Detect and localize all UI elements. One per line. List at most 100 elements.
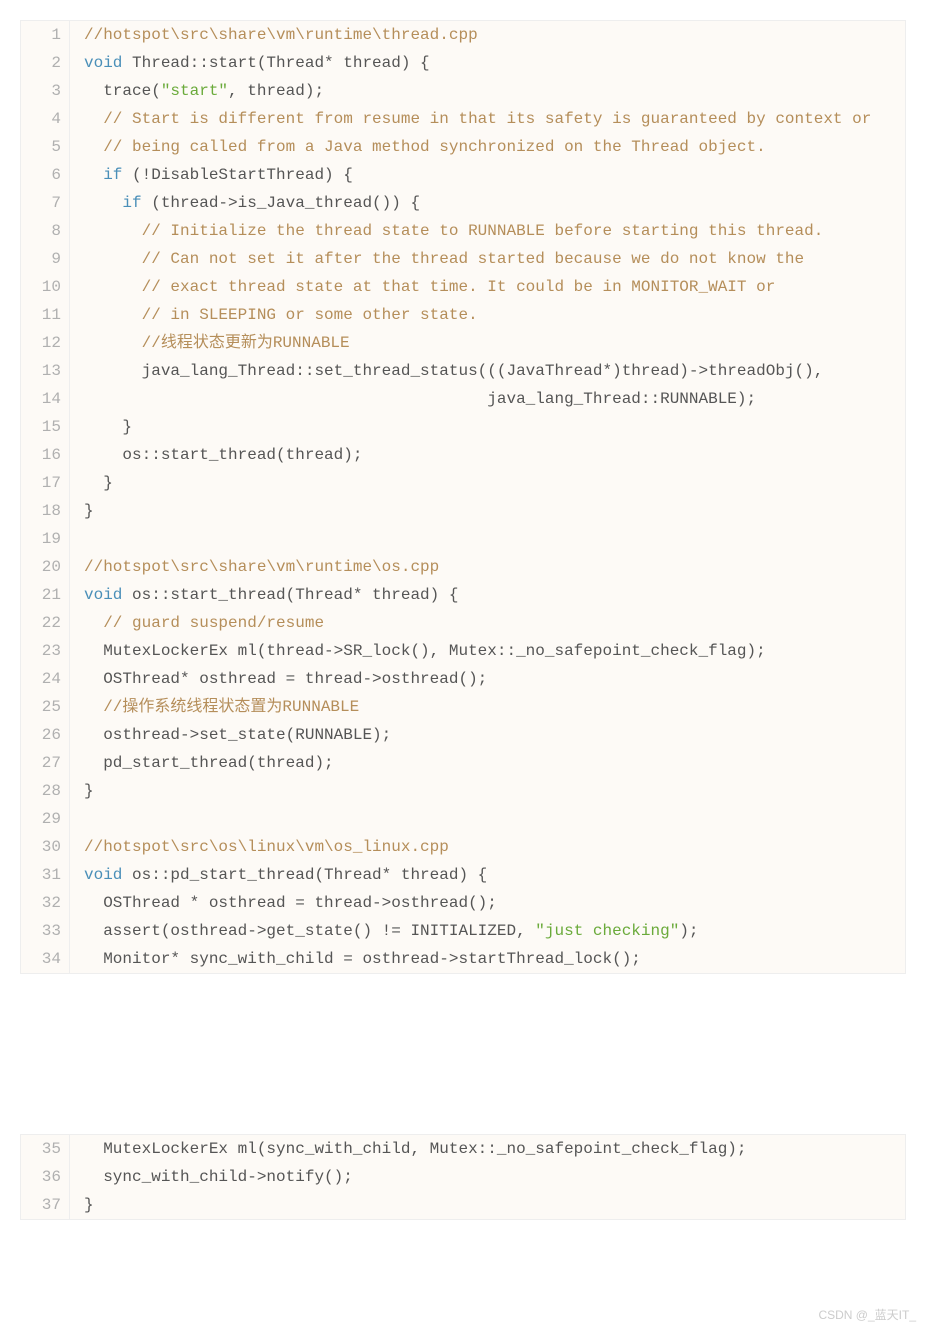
- line-content: java_lang_Thread::set_thread_status(((Ja…: [70, 357, 905, 385]
- line-content: // exact thread state at that time. It c…: [70, 273, 905, 301]
- line-number: 14: [21, 385, 70, 413]
- line-content: // in SLEEPING or some other state.: [70, 301, 905, 329]
- line-content: // Can not set it after the thread start…: [70, 245, 905, 273]
- line-number: 29: [21, 805, 70, 833]
- code-token: void: [84, 586, 122, 604]
- code-token: OSThread * osthread = thread->osthread()…: [84, 894, 497, 912]
- code-line: 18}: [21, 497, 905, 525]
- code-line: 9 // Can not set it after the thread sta…: [21, 245, 905, 273]
- code-line: 12 //线程状态更新为RUNNABLE: [21, 329, 905, 357]
- code-token: // guard suspend/resume: [103, 614, 324, 632]
- line-content: void os::pd_start_thread(Thread* thread)…: [70, 861, 905, 889]
- code-token: java_lang_Thread::RUNNABLE);: [84, 390, 756, 408]
- code-token: [84, 334, 142, 352]
- code-token: if: [122, 194, 141, 212]
- code-token: );: [679, 922, 698, 940]
- line-content: // Start is different from resume in tha…: [70, 105, 905, 133]
- line-content: java_lang_Thread::RUNNABLE);: [70, 385, 905, 413]
- line-number: 6: [21, 161, 70, 189]
- line-content: if (thread->is_Java_thread()) {: [70, 189, 905, 217]
- code-token: os::start_thread(Thread* thread) {: [122, 586, 458, 604]
- line-number: 19: [21, 525, 70, 553]
- code-token: // being called from a Java method synch…: [103, 138, 766, 156]
- code-token: // Start is different from resume in tha…: [103, 110, 871, 128]
- code-line: 11 // in SLEEPING or some other state.: [21, 301, 905, 329]
- code-line: 34 Monitor* sync_with_child = osthread->…: [21, 945, 905, 973]
- code-line: 24 OSThread* osthread = thread->osthread…: [21, 665, 905, 693]
- line-number: 36: [21, 1163, 70, 1191]
- code-block-1: 1//hotspot\src\share\vm\runtime\thread.c…: [20, 20, 906, 974]
- line-content: osthread->set_state(RUNNABLE);: [70, 721, 905, 749]
- code-token: }: [84, 782, 94, 800]
- line-content: void Thread::start(Thread* thread) {: [70, 49, 905, 77]
- line-number: 34: [21, 945, 70, 973]
- code-line: 32 OSThread * osthread = thread->osthrea…: [21, 889, 905, 917]
- code-token: //hotspot\src\share\vm\runtime\thread.cp…: [84, 26, 478, 44]
- code-token: [84, 110, 103, 128]
- line-content: if (!DisableStartThread) {: [70, 161, 905, 189]
- line-number: 28: [21, 777, 70, 805]
- code-token: [84, 138, 103, 156]
- code-token: // exact thread state at that time. It c…: [142, 278, 776, 296]
- code-token: // Can not set it after the thread start…: [142, 250, 805, 268]
- code-line: 17 }: [21, 469, 905, 497]
- code-line: 4 // Start is different from resume in t…: [21, 105, 905, 133]
- code-token: //线程状态更新为RUNNABLE: [142, 334, 350, 352]
- line-content: //hotspot\src\os\linux\vm\os_linux.cpp: [70, 833, 905, 861]
- code-token: void: [84, 54, 122, 72]
- code-line: 21 void os::start_thread(Thread* thread) …: [21, 581, 905, 609]
- line-content: MutexLockerEx ml(sync_with_child, Mutex:…: [70, 1135, 905, 1163]
- line-number: 21: [21, 581, 70, 609]
- code-line: 14 java_lang_Thread::RUNNABLE);: [21, 385, 905, 413]
- code-token: "start": [161, 82, 228, 100]
- code-line: 19: [21, 525, 905, 553]
- code-token: osthread->set_state(RUNNABLE);: [84, 726, 391, 744]
- code-token: [84, 250, 142, 268]
- line-number: 12: [21, 329, 70, 357]
- code-line: 35 MutexLockerEx ml(sync_with_child, Mut…: [21, 1135, 905, 1163]
- code-token: OSThread* osthread = thread->osthread();: [84, 670, 487, 688]
- code-line: 2void Thread::start(Thread* thread) {: [21, 49, 905, 77]
- line-number: 3: [21, 77, 70, 105]
- line-number: 27: [21, 749, 70, 777]
- line-content: assert(osthread->get_state() != INITIALI…: [70, 917, 905, 945]
- line-number: 4: [21, 105, 70, 133]
- code-token: os::pd_start_thread(Thread* thread) {: [122, 866, 487, 884]
- block-gap: [0, 994, 926, 1114]
- code-token: , thread);: [228, 82, 324, 100]
- code-line: 20//hotspot\src\share\vm\runtime\os.cpp: [21, 553, 905, 581]
- code-line: 23 MutexLockerEx ml(thread->SR_lock(), M…: [21, 637, 905, 665]
- line-content: sync_with_child->notify();: [70, 1163, 905, 1191]
- code-token: java_lang_Thread::set_thread_status(((Ja…: [84, 362, 823, 380]
- line-number: 11: [21, 301, 70, 329]
- line-number: 17: [21, 469, 70, 497]
- code-line: 6 if (!DisableStartThread) {: [21, 161, 905, 189]
- code-line: 26 osthread->set_state(RUNNABLE);: [21, 721, 905, 749]
- code-token: [84, 194, 122, 212]
- code-token: Monitor* sync_with_child = osthread->sta…: [84, 950, 641, 968]
- line-content: // guard suspend/resume: [70, 609, 905, 637]
- line-number: 18: [21, 497, 70, 525]
- line-number: 8: [21, 217, 70, 245]
- code-line: 22 // guard suspend/resume: [21, 609, 905, 637]
- line-number: 16: [21, 441, 70, 469]
- line-content: //线程状态更新为RUNNABLE: [70, 329, 905, 357]
- line-content: pd_start_thread(thread);: [70, 749, 905, 777]
- line-content: OSThread* osthread = thread->osthread();: [70, 665, 905, 693]
- code-line: 28}: [21, 777, 905, 805]
- code-token: [84, 306, 142, 324]
- code-line: 1//hotspot\src\share\vm\runtime\thread.c…: [21, 21, 905, 49]
- line-content: trace("start", thread);: [70, 77, 905, 105]
- code-line: 7 if (thread->is_Java_thread()) {: [21, 189, 905, 217]
- code-token: //hotspot\src\share\vm\runtime\os.cpp: [84, 558, 439, 576]
- code-line: 30//hotspot\src\os\linux\vm\os_linux.cpp: [21, 833, 905, 861]
- code-token: (thread->is_Java_thread()) {: [142, 194, 420, 212]
- code-token: assert(osthread->get_state() != INITIALI…: [84, 922, 535, 940]
- line-number: 35: [21, 1135, 70, 1163]
- line-number: 13: [21, 357, 70, 385]
- line-content: Monitor* sync_with_child = osthread->sta…: [70, 945, 905, 973]
- code-token: MutexLockerEx ml(thread->SR_lock(), Mute…: [84, 642, 766, 660]
- watermark-text: CSDN @_蓝天IT_: [818, 1306, 916, 1323]
- code-token: sync_with_child->notify();: [84, 1168, 353, 1186]
- code-token: [84, 166, 103, 184]
